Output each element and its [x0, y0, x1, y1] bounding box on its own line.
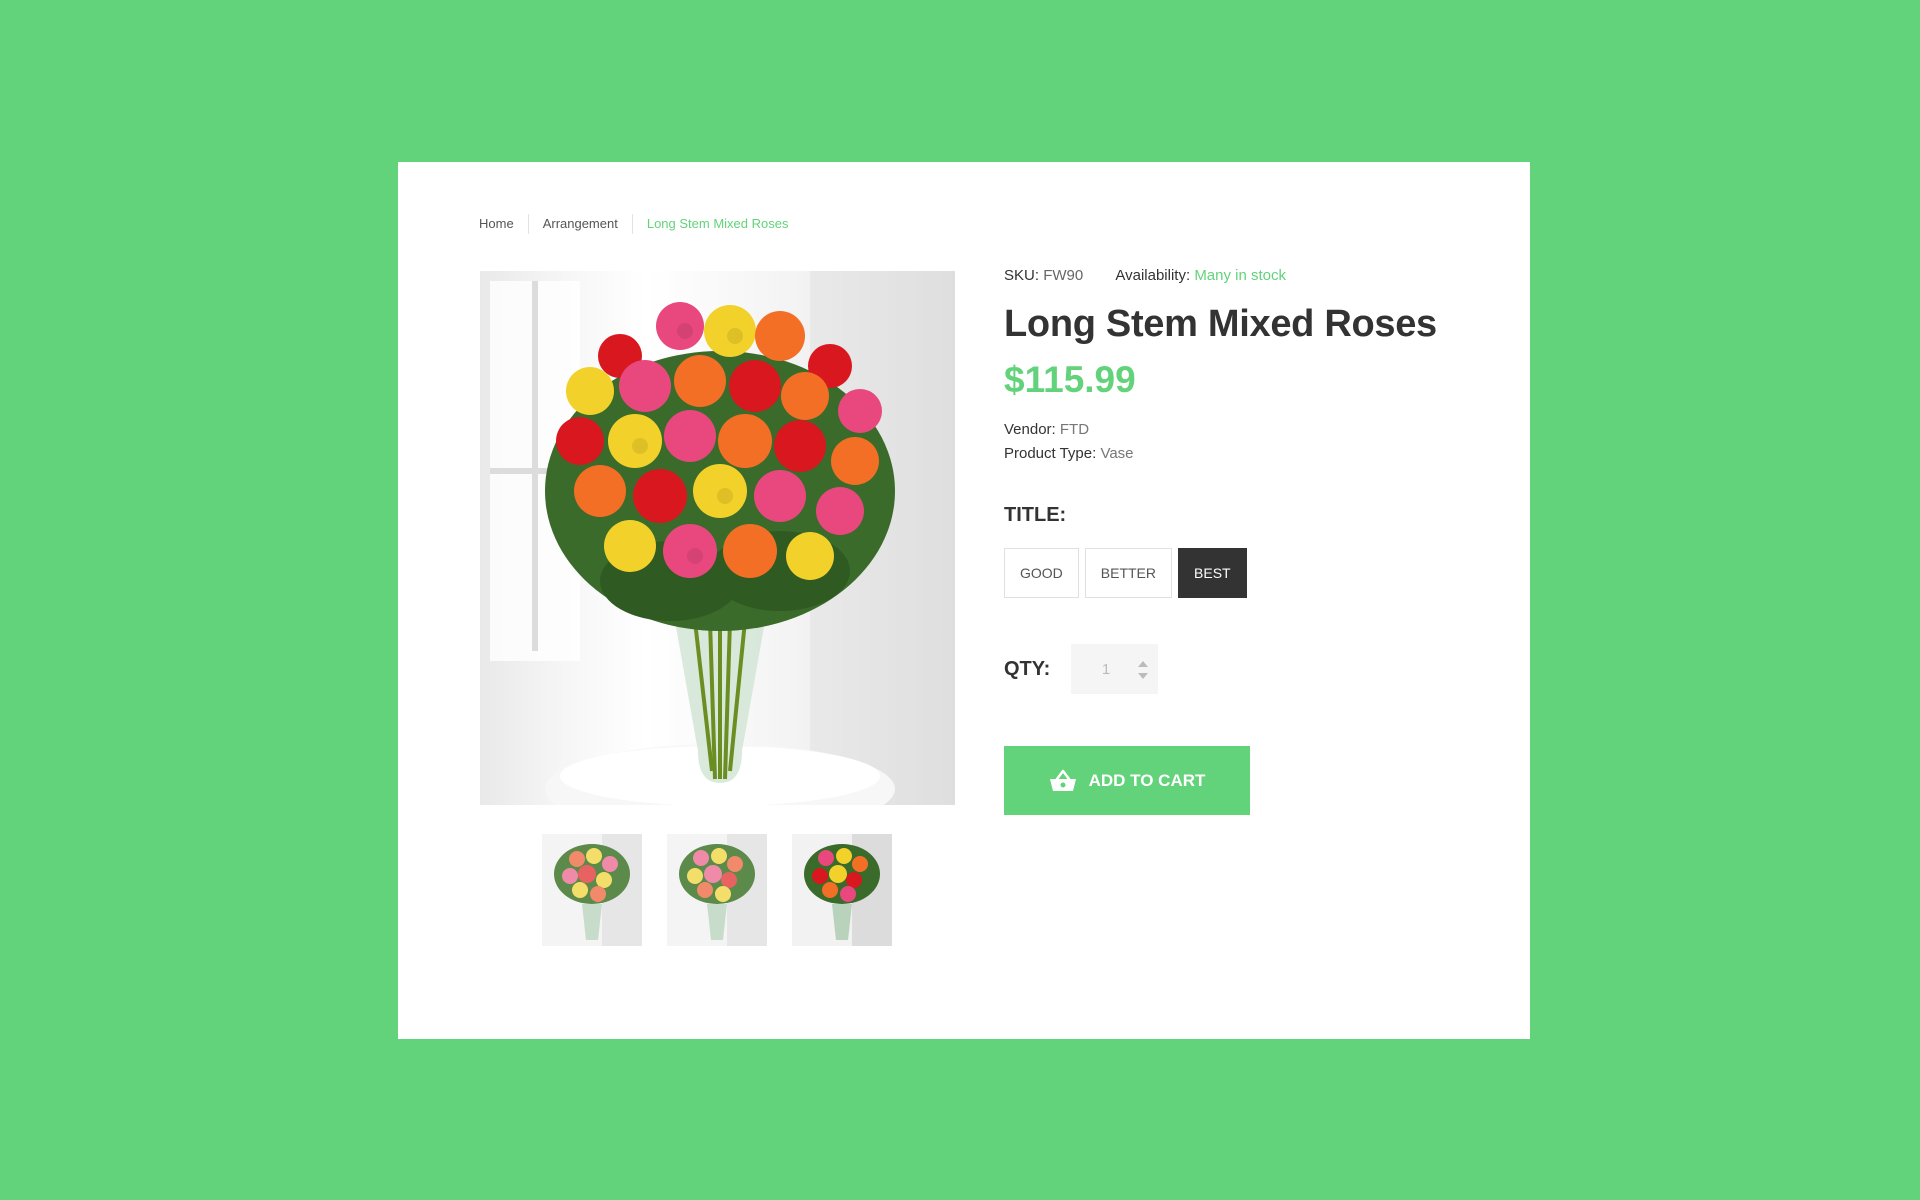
breadcrumb-home[interactable]: Home — [479, 214, 528, 234]
vendor-label: Vendor: — [1004, 421, 1056, 438]
breadcrumb-current: Long Stem Mixed Roses — [631, 214, 803, 234]
availability-label: Availability: — [1115, 267, 1191, 284]
variant-best-button[interactable]: BEST — [1178, 548, 1247, 598]
quantity-stepper — [1071, 644, 1158, 694]
variant-selector: GOOD BETTER BEST — [1004, 548, 1484, 598]
rose-bouquet-thumb-image — [667, 834, 767, 946]
quantity-label: QTY: — [1004, 657, 1051, 680]
variant-option-label: TITLE: — [1004, 504, 1067, 526]
vendor-line: Vendor: FTD — [1004, 418, 1484, 442]
add-to-cart-button[interactable]: ADD TO CART — [1004, 746, 1250, 815]
rose-bouquet-thumb-image — [542, 834, 642, 946]
product-type-line: Product Type: Vase — [1004, 442, 1484, 466]
thumbnail-2[interactable] — [667, 834, 767, 946]
vendor-value: FTD — [1059, 421, 1090, 438]
product-meta: SKU: FW90 Availability: Many in stock — [1004, 266, 1484, 286]
add-to-cart-label: ADD TO CART — [1088, 770, 1206, 790]
sku-value: FW90 — [1043, 267, 1084, 284]
rose-bouquet-image — [490, 271, 955, 805]
product-price: $115.99 — [1004, 359, 1136, 400]
product-title: Long Stem Mixed Roses — [1004, 303, 1437, 345]
sku-label: SKU: — [1004, 267, 1040, 284]
product-card: Home Arrangement Long Stem Mixed Roses S… — [398, 162, 1530, 1039]
variant-better-button[interactable]: BETTER — [1084, 548, 1173, 598]
thumbnail-3[interactable] — [792, 834, 892, 946]
variant-good-button[interactable]: GOOD — [1004, 548, 1079, 598]
product-type-value: Vase — [1100, 445, 1134, 462]
quantity-input[interactable] — [1071, 644, 1141, 694]
breadcrumb-arrangement[interactable]: Arrangement — [527, 214, 632, 234]
availability-value: Many in stock — [1194, 267, 1287, 284]
rose-bouquet-thumb-image — [792, 834, 892, 946]
thumbnail-gallery — [542, 834, 892, 946]
basket-icon — [1049, 769, 1077, 793]
main-product-image[interactable] — [480, 271, 955, 805]
quantity-row: QTY: — [1004, 644, 1484, 694]
quantity-decrease-arrow-icon[interactable] — [1138, 673, 1148, 679]
product-info: SKU: FW90 Availability: Many in stock Lo… — [1004, 266, 1484, 815]
thumbnail-1[interactable] — [542, 834, 642, 946]
product-type-label: Product Type: — [1004, 445, 1097, 462]
breadcrumb: Home Arrangement Long Stem Mixed Roses — [479, 214, 802, 234]
quantity-increase-arrow-icon[interactable] — [1138, 661, 1148, 667]
